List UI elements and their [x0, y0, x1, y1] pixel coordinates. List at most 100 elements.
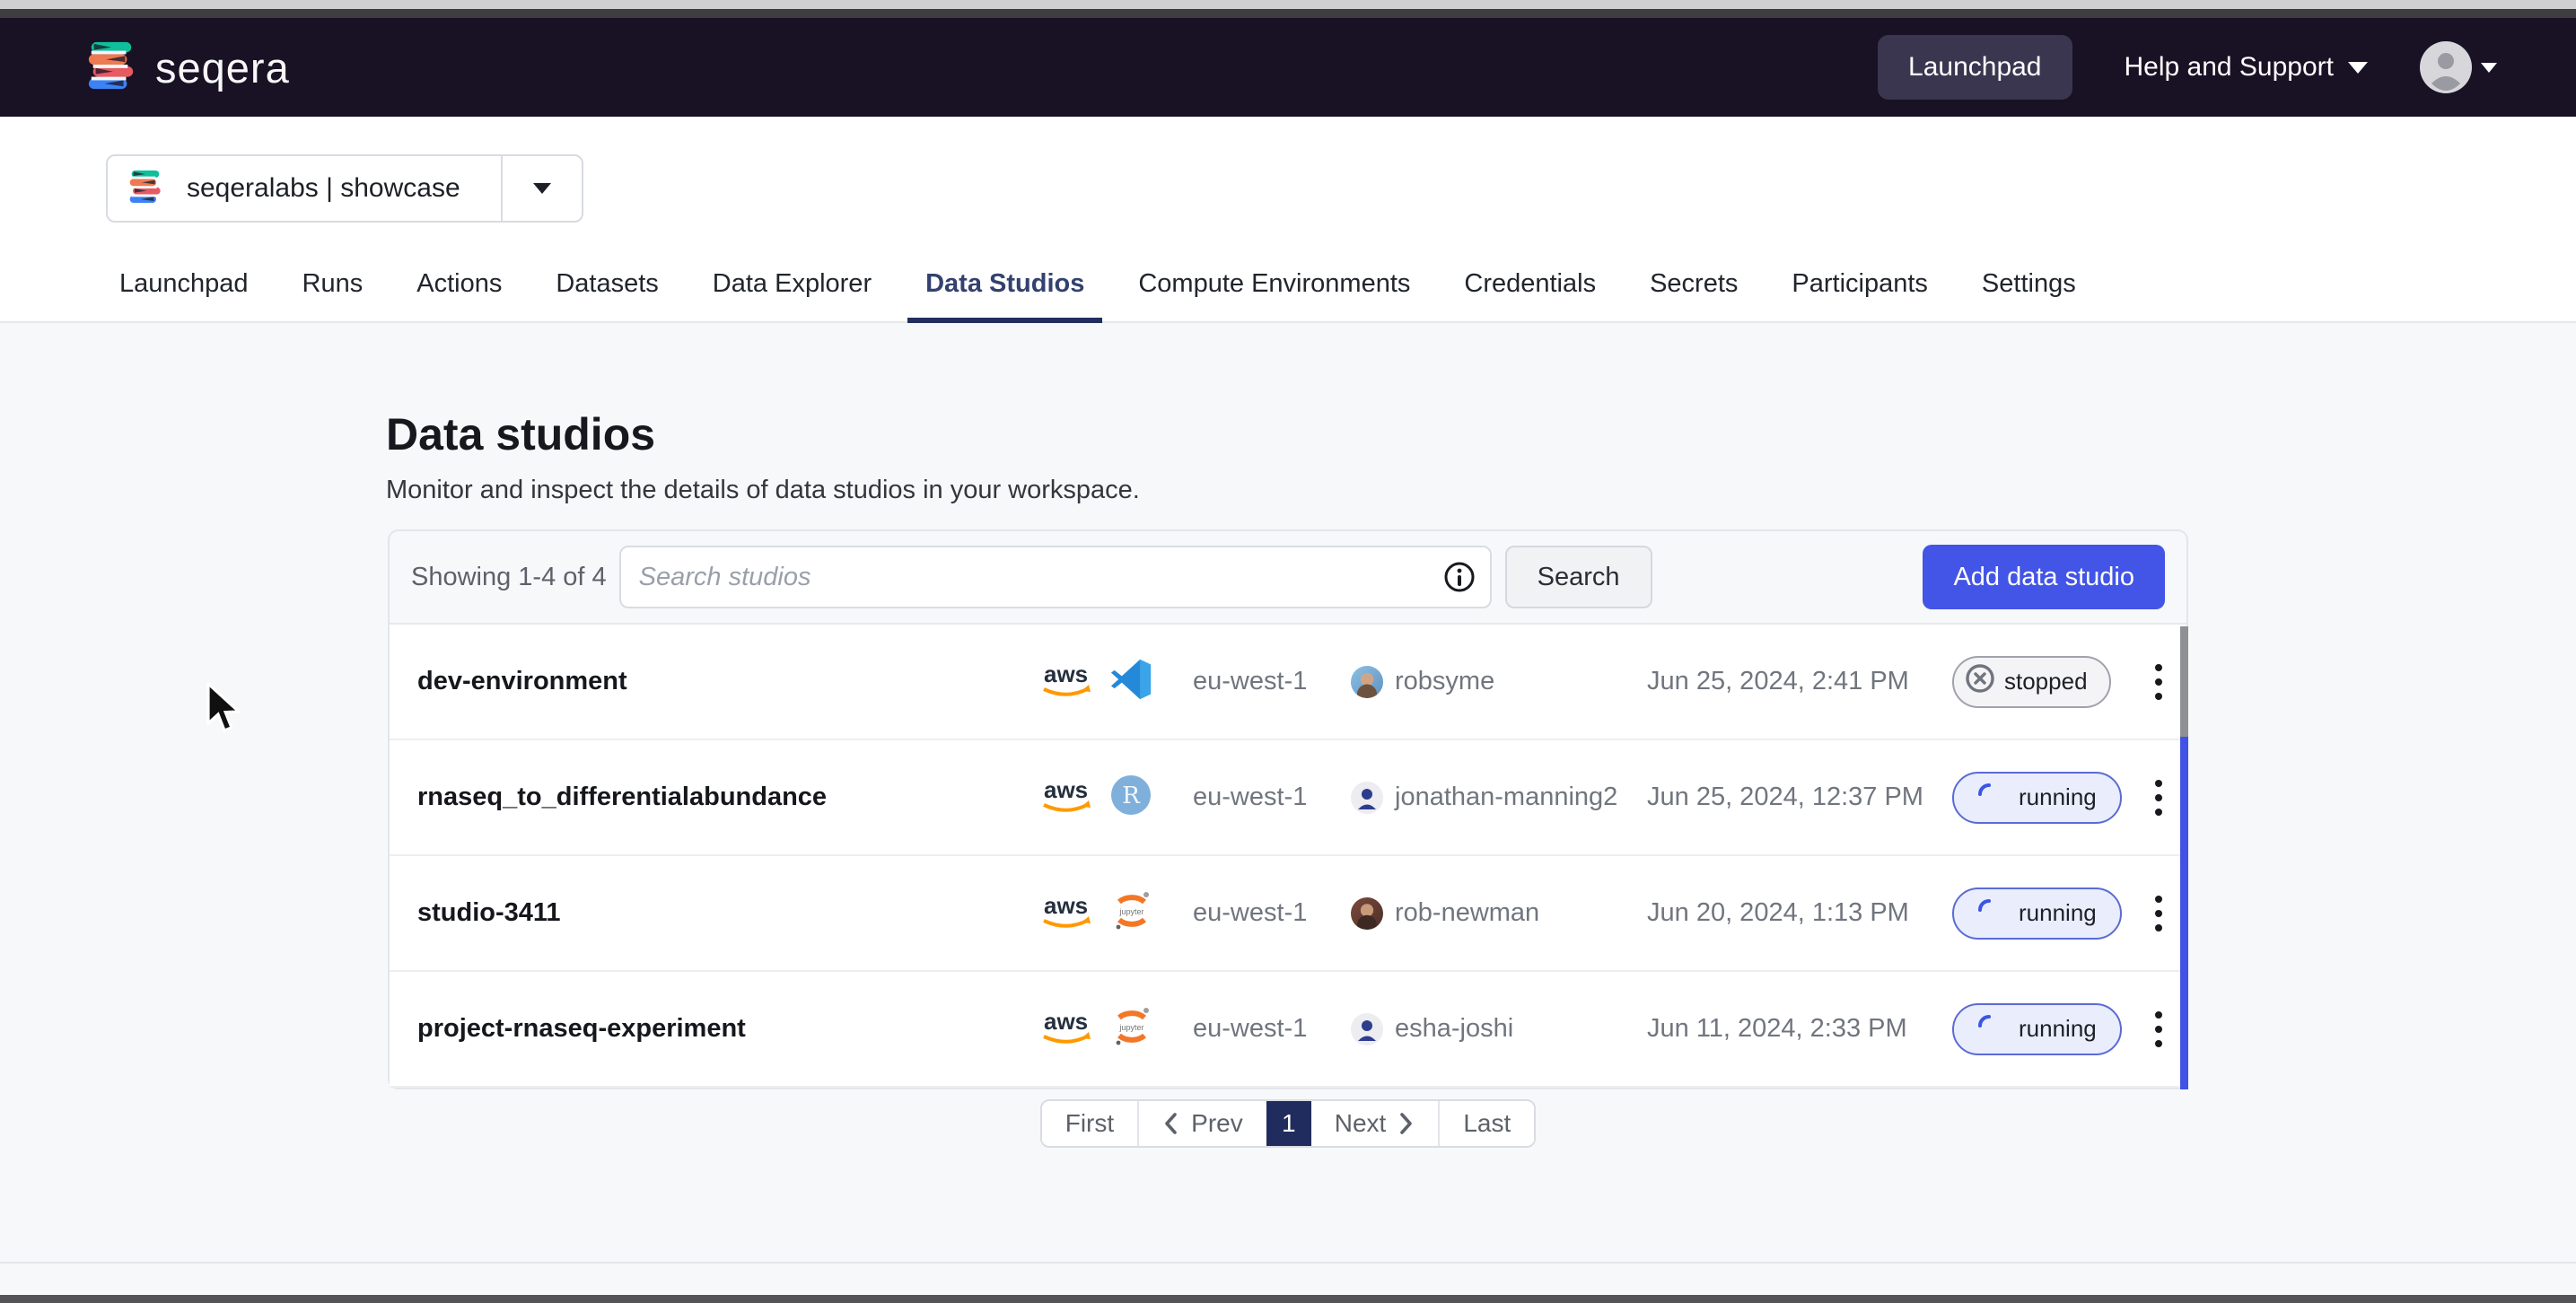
user-photo-avatar	[1351, 666, 1383, 698]
svg-text:aws: aws	[1044, 1008, 1088, 1035]
compute-env-icons: aws jupyter	[1040, 889, 1193, 937]
aws-logo: aws	[1040, 892, 1098, 934]
window-chrome-bottom	[0, 1295, 2576, 1303]
svg-text:jupyter: jupyter	[1118, 1023, 1143, 1032]
page-title: Data studios	[386, 408, 2576, 460]
region-label: eu-west-1	[1193, 783, 1351, 812]
navbar-right: Launchpad Help and Support	[1878, 35, 2497, 100]
info-icon[interactable]	[1443, 561, 1476, 593]
mouse-cursor	[205, 682, 246, 742]
search-button[interactable]: Search	[1505, 546, 1652, 608]
app-window: seqera Launchpad Help and Support	[0, 0, 2576, 1303]
workspace-selector-main[interactable]: seqeralabs | showcase	[108, 156, 501, 221]
tab-launchpad[interactable]: Launchpad	[119, 269, 249, 321]
user-account-menu[interactable]	[2420, 41, 2497, 93]
user-name: robsyme	[1395, 667, 1494, 696]
search-input[interactable]	[621, 563, 1443, 592]
pagination-current-page[interactable]: 1	[1266, 1101, 1311, 1146]
user-name: jonathan-manning2	[1395, 783, 1617, 812]
row-actions-kebab-menu-icon[interactable]	[2141, 1006, 2177, 1053]
top-navbar: seqera Launchpad Help and Support	[0, 18, 2576, 117]
search-input-group	[619, 546, 1492, 608]
page-header: Data studios Monitor and inspect the det…	[0, 323, 2576, 505]
add-data-studio-button[interactable]: Add data studio	[1923, 545, 2165, 609]
workspace-selector-label: seqeralabs | showcase	[187, 173, 460, 204]
svg-text:aws: aws	[1044, 660, 1088, 687]
tab-secrets[interactable]: Secrets	[1650, 269, 1738, 321]
workspace-header: seqeralabs | showcase Launchpad Runs Act…	[0, 117, 2576, 323]
caret-down-icon	[533, 183, 551, 194]
user-cell: rob-newman	[1351, 897, 1647, 930]
row-actions-kebab-menu-icon[interactable]	[2141, 774, 2177, 821]
user-cell: jonathan-manning2	[1351, 782, 1647, 814]
tab-compute-environments[interactable]: Compute Environments	[1138, 269, 1410, 321]
user-cell: esha-joshi	[1351, 1013, 1647, 1045]
workspace-tabs: Launchpad Runs Actions Datasets Data Exp…	[0, 269, 2576, 323]
tab-data-studios[interactable]: Data Studios	[925, 269, 1084, 321]
pagination-last-button[interactable]: Last	[1438, 1101, 1534, 1146]
user-avatar-icon	[2420, 41, 2472, 93]
compute-env-icons: aws R	[1040, 774, 1193, 820]
seqera-logo-icon	[85, 39, 137, 96]
status-badge-running: running	[1952, 888, 2122, 940]
data-studios-card: Showing 1-4 of 4 Search Add data studio …	[388, 529, 2188, 1089]
user-cell: robsyme	[1351, 666, 1647, 698]
table-row[interactable]: project-rnaseq-experiment aws jupyter	[390, 972, 2186, 1088]
svg-text:aws: aws	[1044, 892, 1088, 919]
status-cell: running	[1952, 1003, 2122, 1055]
status-badge-running: running	[1952, 772, 2122, 824]
workspace-selector-row: seqeralabs | showcase	[0, 117, 2576, 223]
region-label: eu-west-1	[1193, 1014, 1351, 1044]
table-scrollbar[interactable]	[2180, 626, 2188, 1089]
created-date: Jun 25, 2024, 2:41 PM	[1647, 667, 1952, 696]
launchpad-button[interactable]: Launchpad	[1878, 35, 2072, 100]
brand-wordmark: seqera	[155, 43, 290, 92]
compute-env-icons: aws jupyter	[1040, 1005, 1193, 1053]
page-subtitle: Monitor and inspect the details of data …	[386, 476, 2576, 505]
table-row[interactable]: dev-environment aws eu-west-1	[390, 625, 2186, 740]
seqera-logo[interactable]: seqera	[85, 39, 290, 96]
tab-datasets[interactable]: Datasets	[556, 269, 658, 321]
table-row[interactable]: rnaseq_to_differentialabundance aws R	[390, 740, 2186, 856]
studio-name[interactable]: dev-environment	[417, 667, 1040, 696]
tab-data-explorer[interactable]: Data Explorer	[713, 269, 872, 321]
status-cell: stopped	[1952, 656, 2111, 708]
status-badge-running: running	[1952, 1003, 2122, 1055]
seqera-mini-logo-icon	[127, 167, 163, 211]
help-and-support-menu[interactable]: Help and Support	[2125, 52, 2369, 83]
window-chrome-edge	[0, 9, 2576, 18]
created-date: Jun 25, 2024, 12:37 PM	[1647, 783, 1952, 812]
pagination-next-label: Next	[1335, 1109, 1387, 1138]
scrollbar-track	[2180, 737, 2188, 1089]
status-badge-label: running	[2019, 1015, 2097, 1043]
pagination-first-button[interactable]: First	[1042, 1101, 1137, 1146]
workspace-selector-dropdown-button[interactable]	[503, 156, 582, 221]
studio-name[interactable]: rnaseq_to_differentialabundance	[417, 783, 1040, 812]
tab-participants[interactable]: Participants	[1792, 269, 1928, 321]
caret-down-icon	[2348, 62, 2368, 74]
tab-runs[interactable]: Runs	[302, 269, 364, 321]
svg-text:jupyter: jupyter	[1118, 907, 1143, 916]
pagination-wrap: First Prev 1 Next Last	[0, 1099, 2576, 1148]
workspace-selector[interactable]: seqeralabs | showcase	[106, 154, 583, 223]
status-badge-label: running	[2019, 899, 2097, 927]
tab-credentials[interactable]: Credentials	[1464, 269, 1596, 321]
tab-actions[interactable]: Actions	[416, 269, 502, 321]
tab-settings[interactable]: Settings	[1982, 269, 2076, 321]
r-icon: R	[1110, 774, 1152, 820]
studio-name[interactable]: studio-3411	[417, 898, 1040, 928]
spinner-icon	[1977, 1014, 2001, 1044]
row-actions-kebab-menu-icon[interactable]	[2141, 890, 2177, 937]
svg-text:R: R	[1122, 783, 1141, 809]
spinner-icon	[1977, 783, 2001, 812]
compute-env-icons: aws	[1040, 659, 1193, 704]
studio-name[interactable]: project-rnaseq-experiment	[417, 1014, 1040, 1044]
aws-logo: aws	[1040, 660, 1098, 703]
table-row[interactable]: studio-3411 aws jupyter	[390, 856, 2186, 972]
row-actions-kebab-menu-icon[interactable]	[2141, 659, 2177, 705]
jupyter-icon: jupyter	[1110, 1005, 1153, 1053]
pagination-prev-button[interactable]: Prev	[1137, 1101, 1266, 1146]
pagination-next-button[interactable]: Next	[1311, 1101, 1439, 1146]
circle-x-icon	[1965, 663, 1995, 700]
scrollbar-thumb[interactable]	[2180, 626, 2188, 737]
